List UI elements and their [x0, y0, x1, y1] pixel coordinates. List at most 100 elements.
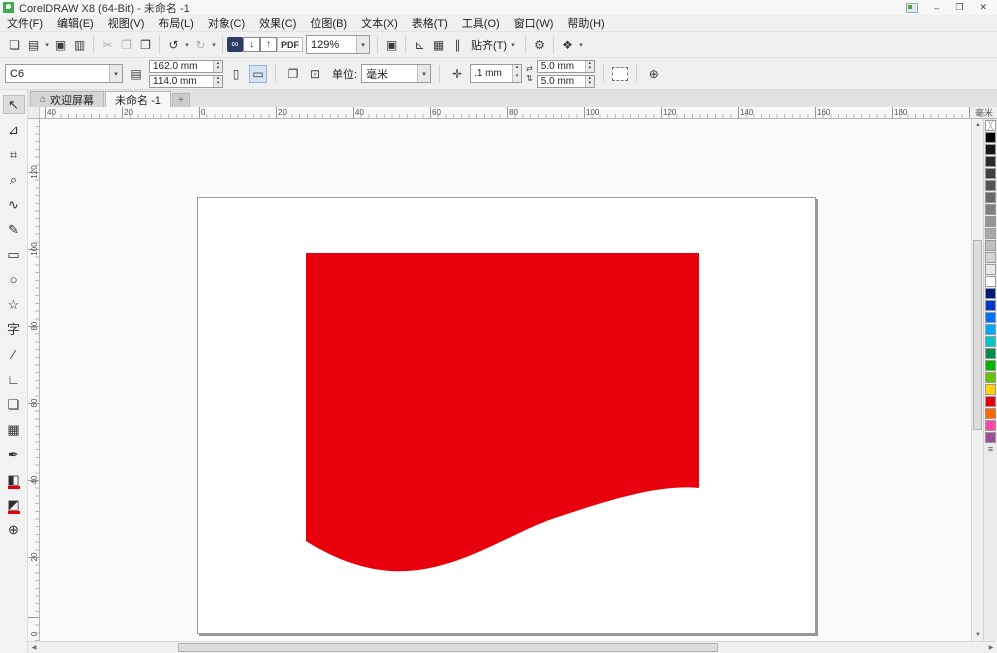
ruler-origin[interactable] [28, 107, 40, 119]
menu-help[interactable]: 帮助(H) [560, 15, 611, 31]
import-icon[interactable]: ↓ [243, 37, 260, 52]
flag-shape[interactable] [306, 253, 699, 583]
color-swatch[interactable] [985, 132, 996, 143]
color-swatch[interactable] [985, 348, 996, 359]
menu-window[interactable]: 窗口(W) [507, 15, 561, 31]
export-icon[interactable]: ↑ [260, 37, 277, 52]
dup-y-spinner[interactable]: ▴ ▾ [584, 75, 594, 87]
landscape-button[interactable]: ▭ [249, 64, 267, 83]
palette-expand-icon[interactable]: ≡ [988, 444, 993, 454]
no-fill-swatch[interactable]: ╳ [985, 120, 996, 131]
crop-tool[interactable]: ⌗ [3, 145, 25, 164]
preset-dropdown-icon[interactable]: ▾ [109, 65, 122, 82]
color-swatch[interactable] [985, 144, 996, 155]
undo-icon[interactable]: ↺ [164, 35, 183, 55]
menu-layout[interactable]: 布局(L) [151, 15, 200, 31]
document-page[interactable] [197, 197, 816, 634]
color-swatch[interactable] [985, 204, 996, 215]
color-swatch[interactable] [985, 264, 996, 275]
shape-tool[interactable]: ⊿ [3, 120, 25, 139]
vertical-scroll-thumb[interactable] [973, 240, 982, 430]
scroll-down-icon[interactable]: ▼ [972, 629, 984, 641]
color-swatch[interactable] [985, 360, 996, 371]
drawing-canvas[interactable] [40, 119, 971, 641]
application-launcher-icon[interactable]: ❖ [558, 35, 577, 55]
menu-tools[interactable]: 工具(O) [455, 15, 507, 31]
tab-welcome-screen[interactable]: ⌂ 欢迎屏幕 [30, 91, 105, 107]
horizontal-ruler[interactable]: 40 20 0 20 40 60 80 100 120 140 160 180 [40, 107, 971, 119]
color-swatch[interactable] [985, 420, 996, 431]
publish-pdf-icon[interactable]: PDF [277, 37, 303, 52]
color-swatch[interactable] [985, 324, 996, 335]
nudge-distance-field[interactable]: .1 mm ▴ ▾ [470, 64, 523, 83]
units-dropdown-icon[interactable]: ▾ [417, 65, 431, 82]
cut-icon[interactable]: ✂ [98, 35, 117, 55]
pick-tool[interactable]: ↖ [2, 95, 25, 114]
interactive-fill-tool[interactable]: ◧ [3, 470, 25, 489]
new-document-icon[interactable]: ❏ [5, 35, 24, 55]
options-gear-icon[interactable]: ⚙ [530, 35, 549, 55]
color-swatch[interactable] [985, 216, 996, 227]
redo-dropdown-icon[interactable]: ▾ [210, 41, 218, 49]
artistic-media-tool[interactable]: ✎ [3, 220, 25, 239]
duplicate-x-field[interactable]: 5.0 mm ▴ ▾ [536, 59, 595, 73]
width-spinner[interactable]: ▴ ▾ [213, 60, 222, 72]
fullscreen-preview-icon[interactable]: ▣ [382, 35, 401, 55]
color-swatch[interactable] [985, 288, 996, 299]
snap-to-button[interactable]: 贴齐(T) ▾ [467, 35, 521, 55]
color-swatch[interactable] [985, 240, 996, 251]
ellipse-tool[interactable]: ○ [3, 270, 25, 289]
zoom-tool[interactable]: ⌕ [3, 170, 25, 189]
current-page-button[interactable]: ⊡ [306, 65, 324, 83]
freehand-tool[interactable]: ∿ [3, 195, 25, 214]
horizontal-scroll-thumb[interactable] [178, 643, 718, 652]
page-width-field[interactable]: 162.0 mm ▴ ▾ [149, 59, 223, 73]
menu-table[interactable]: 表格(T) [405, 15, 455, 31]
show-guidelines-icon[interactable]: ∥ [448, 35, 467, 55]
color-swatch[interactable] [985, 300, 996, 311]
color-swatch[interactable] [985, 336, 996, 347]
polygon-tool[interactable]: ☆ [3, 295, 25, 314]
color-swatch[interactable] [985, 408, 996, 419]
height-spinner[interactable]: ▴ ▾ [213, 75, 222, 87]
color-swatch[interactable] [985, 276, 996, 287]
close-button[interactable]: ✕ [979, 2, 987, 13]
menu-bitmaps[interactable]: 位图(B) [303, 15, 354, 31]
menu-text[interactable]: 文本(X) [354, 15, 405, 31]
menu-file[interactable]: 文件(F) [0, 15, 50, 31]
zoom-level-combobox[interactable]: 129% ▾ [306, 35, 370, 54]
redo-icon[interactable]: ↻ [191, 35, 210, 55]
vertical-ruler[interactable]: 120 100 80 60 40 20 0 [28, 119, 40, 641]
quick-customize-button[interactable]: ⊕ [645, 65, 663, 83]
open-icon[interactable]: ▤ [24, 35, 43, 55]
color-swatch[interactable] [985, 228, 996, 239]
scroll-left-icon[interactable]: ◀ [28, 642, 40, 653]
vertical-scrollbar[interactable]: ▲ ▼ [971, 119, 983, 641]
paste-icon[interactable]: ❒ [136, 35, 155, 55]
color-swatch[interactable] [985, 252, 996, 263]
tab-untitled-document[interactable]: 未命名 -1 [105, 91, 171, 107]
connector-tool[interactable]: ∟ [3, 370, 25, 389]
dup-x-spinner[interactable]: ▴ ▾ [584, 60, 594, 72]
transparency-tool[interactable]: ▦ [3, 420, 25, 439]
open-dropdown-icon[interactable]: ▾ [43, 41, 51, 49]
restore-button[interactable]: ❐ [955, 2, 963, 13]
zoom-dropdown-icon[interactable]: ▾ [356, 36, 369, 53]
menu-effects[interactable]: 效果(C) [252, 15, 303, 31]
show-grid-icon[interactable]: ▦ [429, 35, 448, 55]
duplicate-y-field[interactable]: 5.0 mm ▴ ▾ [536, 74, 595, 88]
customize-toolbox-button[interactable]: ⊕ [3, 520, 25, 539]
text-tool[interactable]: 字 [3, 320, 25, 339]
portrait-button[interactable]: ▯ [227, 65, 245, 83]
color-swatch[interactable] [985, 180, 996, 191]
scroll-right-icon[interactable]: ▶ [985, 642, 997, 653]
smart-fill-tool[interactable]: ◩ [3, 495, 25, 514]
menu-object[interactable]: 对象(C) [201, 15, 252, 31]
horizontal-scrollbar[interactable]: ◀ ▶ [28, 641, 997, 653]
color-swatch[interactable] [985, 156, 996, 167]
drop-shadow-tool[interactable]: ❏ [3, 395, 25, 414]
color-swatch[interactable] [985, 312, 996, 323]
all-pages-button[interactable]: ❐ [284, 65, 302, 83]
menu-view[interactable]: 视图(V) [101, 15, 152, 31]
page-preset-combobox[interactable]: C6 ▾ [5, 64, 123, 83]
